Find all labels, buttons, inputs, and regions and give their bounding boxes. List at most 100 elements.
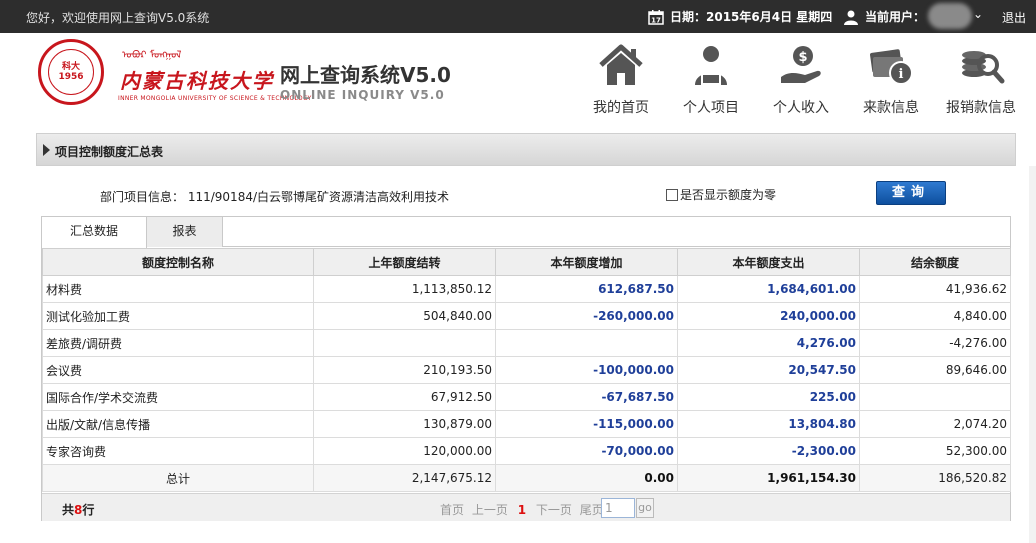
total-year-expense: 1,961,154.30	[677, 464, 860, 492]
cell-prev-carryover: 67,912.50	[313, 383, 496, 411]
cell-year-increase: -70,000.00	[495, 437, 678, 465]
cell-name: 测试化验加工费	[42, 302, 314, 330]
pagination-bar: 共8行 首页 上一页 1 下一页 尾页 go	[42, 493, 1010, 521]
cell-balance: 89,646.00	[859, 356, 1011, 384]
col-header-prev-carryover[interactable]: 上年额度结转	[313, 248, 496, 276]
income-icon: $	[781, 46, 821, 83]
system-subtitle: ONLINE INQUIRY V5.0	[280, 88, 445, 102]
cell-name: 会议费	[42, 356, 314, 384]
payment-info-icon: i	[870, 49, 913, 85]
table-row[interactable]: 会议费 210,193.50 -100,000.00 20,547.50 89,…	[42, 356, 1011, 384]
table-row[interactable]: 测试化验加工费 504,840.00 -260,000.00 240,000.0…	[42, 302, 1011, 330]
total-year-increase: 0.00	[495, 464, 678, 492]
pagination-links: 首页 上一页 1 下一页 尾页	[440, 501, 608, 518]
show-zero-checkbox[interactable]	[666, 188, 678, 201]
cell-balance: 2,074.20	[859, 410, 1011, 438]
person-icon	[695, 46, 727, 85]
row-count-prefix: 共	[62, 503, 75, 517]
nav-reimbursement-info-label: 报销款信息	[946, 100, 1016, 116]
user-name-obscured	[928, 3, 972, 29]
nav-reimbursement-info[interactable]: 报销款信息	[936, 43, 1026, 119]
cell-prev-carryover: 504,840.00	[313, 302, 496, 330]
logout-link[interactable]: 退出	[1002, 9, 1026, 26]
triangle-right-icon	[43, 144, 50, 156]
table-row[interactable]: 材料费 1,113,850.12 612,687.50 1,684,601.00…	[42, 275, 1011, 303]
quota-summary-table: 额度控制名称 上年额度结转 本年额度增加 本年额度支出 结余额度 材料费 1,1…	[42, 248, 1011, 492]
cell-year-increase: 612,687.50	[495, 275, 678, 303]
go-button[interactable]: go	[636, 498, 654, 518]
cell-year-expense: 225.00	[677, 383, 860, 411]
table-row[interactable]: 出版/文献/信息传播 130,879.00 -115,000.00 13,804…	[42, 410, 1011, 438]
cell-prev-carryover: 130,879.00	[313, 410, 496, 438]
table-row[interactable]: 国际合作/学术交流费 67,912.50 -67,687.50 225.00	[42, 383, 1011, 411]
current-page: 1	[517, 503, 527, 517]
current-user[interactable]: 当前用户：	[843, 8, 925, 25]
section-title-bar: 项目控制额度汇总表	[36, 133, 1016, 166]
top-bar: 您好，欢迎使用网上查询V5.0系统 17 日期：2015年6月4日 星期四 当前…	[0, 0, 1036, 33]
university-name-mongolian: ᠣᠪᠦᠷ ᠮᠣᠩᠭᠣᠯ	[122, 50, 182, 61]
user-icon	[844, 10, 858, 25]
cell-year-increase: -115,000.00	[495, 410, 678, 438]
calendar-icon: 17	[648, 9, 664, 25]
cell-name: 材料费	[42, 275, 314, 303]
dept-project-value: 111/90184/白云鄂博尾矿资源清洁高效利用技术	[187, 190, 450, 204]
date-display: 17 日期：2015年6月4日 星期四	[648, 8, 832, 25]
nav-personal-project[interactable]: 个人项目	[666, 43, 756, 119]
nav-personal-income-label: 个人收入	[773, 100, 829, 116]
cell-balance: 52,300.00	[859, 437, 1011, 465]
university-name-chinese: 内蒙古科技大学	[120, 69, 274, 93]
nav-home[interactable]: 我的首页	[576, 43, 666, 119]
cell-year-expense: 13,804.80	[677, 410, 860, 438]
nav-payment-info-label: 来款信息	[863, 100, 919, 116]
nav-personal-project-label: 个人项目	[683, 100, 739, 116]
cell-prev-carryover: 120,000.00	[313, 437, 496, 465]
col-header-name[interactable]: 额度控制名称	[42, 248, 314, 276]
cell-prev-carryover	[313, 329, 496, 357]
table-row[interactable]: 差旅费/调研费 4,276.00 -4,276.00	[42, 329, 1011, 357]
system-title: 网上查询系统V5.0	[280, 63, 451, 87]
nav-payment-info[interactable]: i 来款信息	[846, 43, 936, 119]
university-seal-logo: 科大 1956	[38, 39, 104, 105]
first-page-link[interactable]: 首页	[440, 503, 464, 517]
query-button[interactable]: 查询	[876, 181, 946, 205]
cell-name: 专家咨询费	[42, 437, 314, 465]
cell-balance: -4,276.00	[859, 329, 1011, 357]
dept-project-label: 部门项目信息：	[100, 190, 185, 204]
scrollbar-track[interactable]	[1029, 166, 1036, 543]
cell-balance: 4,840.00	[859, 302, 1011, 330]
tab-report[interactable]: 报表	[147, 217, 223, 247]
prev-page-link[interactable]: 上一页	[472, 503, 508, 517]
svg-text:17: 17	[651, 16, 661, 24]
col-header-year-expense[interactable]: 本年额度支出	[677, 248, 860, 276]
chevron-down-icon[interactable]: ⌄	[973, 7, 983, 21]
cell-year-increase: -67,687.50	[495, 383, 678, 411]
cell-year-expense: 240,000.00	[677, 302, 860, 330]
home-icon	[599, 44, 643, 85]
cell-year-increase: -260,000.00	[495, 302, 678, 330]
cell-year-expense: -2,300.00	[677, 437, 860, 465]
cell-name: 国际合作/学术交流费	[42, 383, 314, 411]
cell-year-increase	[495, 329, 678, 357]
section-title: 项目控制额度汇总表	[55, 145, 164, 159]
cell-year-increase: -100,000.00	[495, 356, 678, 384]
col-header-balance[interactable]: 结余额度	[859, 248, 1011, 276]
row-count-suffix: 行	[82, 503, 95, 517]
show-zero-toggle[interactable]: 是否显示额度为零	[666, 186, 776, 203]
col-header-year-increase[interactable]: 本年额度增加	[495, 248, 678, 276]
header: 科大 1956 ᠣᠪᠦᠷ ᠮᠣᠩᠭᠣᠯ 内蒙古科技大学 INNER MONGOL…	[0, 33, 1036, 123]
cell-name: 差旅费/调研费	[42, 329, 314, 357]
cell-balance	[859, 383, 1011, 411]
reimbursement-search-icon	[962, 51, 1005, 84]
row-count: 共8行	[62, 501, 94, 518]
table-row[interactable]: 专家咨询费 120,000.00 -70,000.00 -2,300.00 52…	[42, 437, 1011, 465]
date-text: 日期：2015年6月4日 星期四	[670, 10, 833, 24]
svg-text:$: $	[798, 50, 807, 65]
svg-text:i: i	[899, 67, 904, 82]
page-number-input[interactable]	[601, 498, 635, 518]
nav-personal-income[interactable]: $ 个人收入	[756, 43, 846, 119]
seal-inner: 科大 1956	[48, 49, 94, 95]
tab-summary-data[interactable]: 汇总数据	[42, 217, 147, 248]
cell-name: 出版/文献/信息传播	[42, 410, 314, 438]
dept-project-info: 部门项目信息： 111/90184/白云鄂博尾矿资源清洁高效利用技术	[100, 188, 449, 205]
next-page-link[interactable]: 下一页	[536, 503, 572, 517]
